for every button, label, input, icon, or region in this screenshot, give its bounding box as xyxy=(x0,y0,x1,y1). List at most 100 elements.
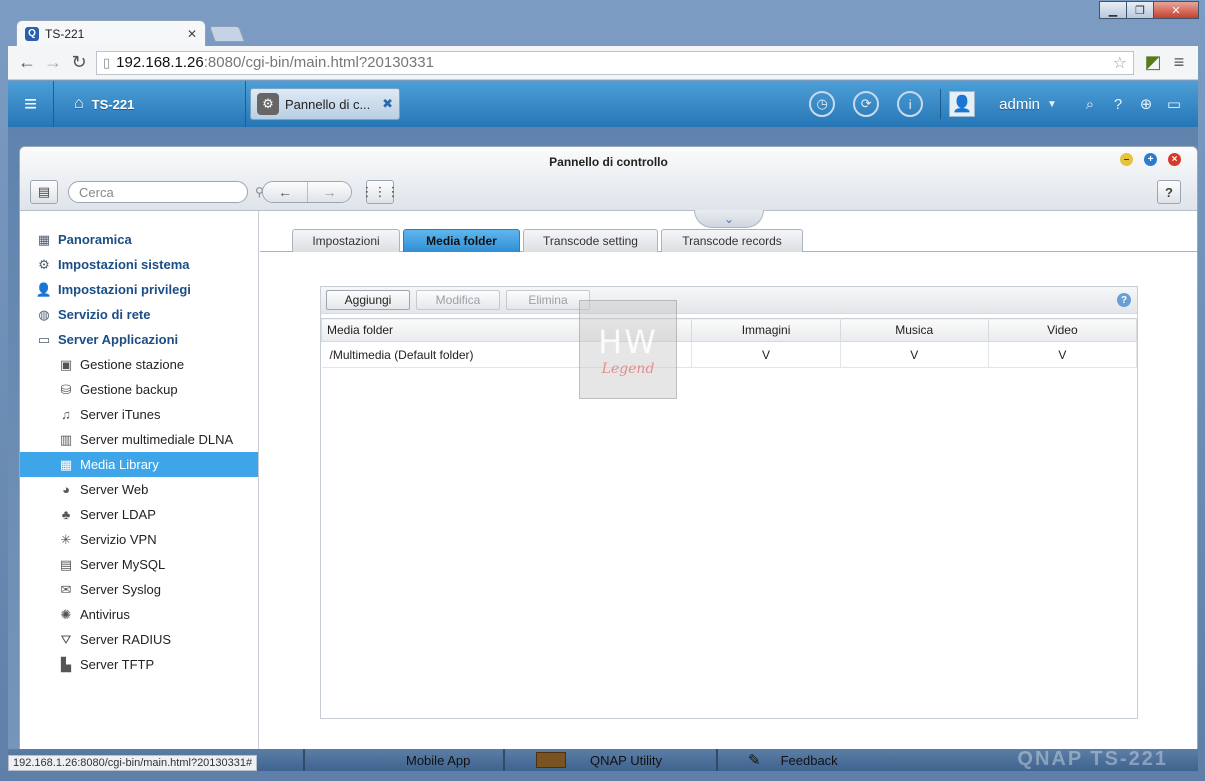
avatar[interactable]: 👤 xyxy=(949,91,976,117)
sidebar-item-server-radius[interactable]: ⛛ Server RADIUS xyxy=(20,627,258,652)
sidebar-item-label: Servizio di rete xyxy=(58,307,151,322)
column-header[interactable]: Immagini xyxy=(691,318,841,342)
sidebar-item-server-mysql[interactable]: ▤ Server MySQL xyxy=(20,552,258,577)
tab-media-folder[interactable]: Media folder xyxy=(403,229,520,252)
window-body: ▦ Panoramica ⚙ Impostazioni sistema 👤 Imposta… xyxy=(20,210,1197,749)
sidebar-item-server-itunes[interactable]: ♫ Server iTunes xyxy=(20,402,258,427)
user-menu[interactable]: admin xyxy=(999,96,1040,113)
window-controls: ▁ ❐ ✕ xyxy=(1099,1,1199,19)
add-button[interactable]: Aggiungi xyxy=(326,290,410,310)
sidebar-item-label: Server Applicazioni xyxy=(58,332,179,347)
desktop-icon[interactable]: ▭ xyxy=(1160,95,1188,113)
event-notification-icon[interactable]: i xyxy=(897,91,924,117)
home-button[interactable]: ⌂ TS-221 xyxy=(54,81,246,127)
edit-button[interactable]: Modifica xyxy=(416,290,500,310)
sidebar-item-label: Server iTunes xyxy=(80,407,161,422)
back-arrow-icon[interactable]: ← xyxy=(14,50,40,76)
help-button[interactable]: ? xyxy=(1157,180,1181,204)
forward-arrow-icon[interactable]: → xyxy=(307,182,351,202)
history-nav: ← → xyxy=(262,181,352,203)
column-header[interactable]: Musica xyxy=(839,318,989,342)
sidebar-item-servizio-vpn[interactable]: ✳ Servizio VPN xyxy=(20,527,258,552)
overview-icon: ▦ xyxy=(37,231,51,247)
search-icon[interactable]: ⌕ xyxy=(1076,96,1104,113)
browser-tab[interactable]: Q TS-221 ✕ xyxy=(16,20,206,46)
app-tab-control-panel[interactable]: ⚙ Pannello di c... ✖ xyxy=(250,88,400,120)
bookmark-star-icon[interactable]: ☆ xyxy=(1113,53,1127,73)
page-icon: ▯ xyxy=(103,54,111,70)
delete-button[interactable]: Elimina xyxy=(506,290,590,310)
column-header[interactable]: Video xyxy=(987,318,1138,342)
media-library-icon: ▦ xyxy=(59,456,73,472)
extension-icon[interactable]: ◩ xyxy=(1140,50,1166,76)
sidebar-item-server-ldap[interactable]: ♣ Server LDAP xyxy=(20,502,258,527)
close-window-button[interactable]: ✕ xyxy=(1153,1,1199,19)
sidebar-item-server-web[interactable]: ◕ Server Web xyxy=(20,477,258,502)
minimize-window-button[interactable]: ▁ xyxy=(1099,1,1127,19)
sidebar-item-label: Gestione stazione xyxy=(80,357,185,372)
address-bar[interactable]: ▯ 192.168.1.26 :8080/cgi-bin/main.html?2… xyxy=(96,50,1134,75)
url-path: :8080/cgi-bin/main.html?20130331 xyxy=(203,54,434,71)
sidebar-item-label: Server multimediale DLNA xyxy=(80,432,234,447)
language-globe-icon[interactable]: ⊕ xyxy=(1132,95,1160,113)
chevron-down-icon[interactable]: ▼ xyxy=(1038,99,1066,110)
sidebar-item-impostazioni-privilegi[interactable]: 👤 Impostazioni privilegi xyxy=(20,277,258,302)
help-icon[interactable]: ? xyxy=(1117,293,1131,307)
sidebar-item-label: Impostazioni privilegi xyxy=(58,282,191,297)
dock-item-feedback[interactable]: ✎ Feedback xyxy=(748,749,838,771)
search-box[interactable]: ⚲ xyxy=(68,181,264,203)
antivirus-icon: ✺ xyxy=(60,606,72,622)
dock-divider xyxy=(716,749,718,771)
maximize-icon[interactable]: + xyxy=(1144,153,1157,166)
sidebar-item-servizio-di-rete[interactable]: ◍ Servizio di rete xyxy=(20,302,258,327)
maximize-window-button[interactable]: ❐ xyxy=(1126,1,1154,19)
home-label: TS-221 xyxy=(91,96,135,112)
main-content: ⌄ Impostazioni Media folder Transcode sett… xyxy=(260,210,1197,749)
watermark-logo: HW Legend xyxy=(579,300,677,399)
dock-item-mobile-app[interactable]: Mobile App xyxy=(406,749,470,771)
back-arrow-icon[interactable]: ← xyxy=(263,182,307,202)
sidebar-item-panoramica[interactable]: ▦ Panoramica xyxy=(20,227,258,252)
sidebar-toggle-icon[interactable]: ▤ xyxy=(30,180,58,204)
sidebar-item-label: Panoramica xyxy=(58,232,132,247)
app-grid-icon[interactable]: ⋮⋮⋮ xyxy=(361,180,400,204)
qnap-brand-logo: QNAP TS-221 xyxy=(1017,748,1168,770)
browser-toolbar: ← → ↻ ▯ 192.168.1.26 :8080/cgi-bin/main.… xyxy=(8,46,1198,80)
sidebar-item-label: Server TFTP xyxy=(80,657,155,672)
main-menu-icon[interactable]: ≡ xyxy=(8,81,54,127)
sidebar-item-gestione-stazione[interactable]: ▣ Gestione stazione xyxy=(20,352,258,377)
sidebar-item-impostazioni-sistema[interactable]: ⚙ Impostazioni sistema xyxy=(20,252,258,277)
sidebar-item-antivirus[interactable]: ✺ Antivirus xyxy=(20,602,258,627)
topbar-divider xyxy=(940,89,942,119)
sidebar-item-media-library[interactable]: ▦ Media Library xyxy=(20,452,258,477)
tftp-icon: ▙ xyxy=(61,656,71,672)
external-devices-icon[interactable]: ⟳ xyxy=(853,91,880,117)
tab-impostazioni[interactable]: Impostazioni xyxy=(292,229,400,252)
forward-arrow-icon[interactable]: → xyxy=(40,50,66,76)
browser-menu-icon[interactable]: ≡ xyxy=(1166,50,1192,76)
background-tasks-icon[interactable]: ◷ xyxy=(809,91,836,117)
help-icon[interactable]: ? xyxy=(1104,96,1132,113)
close-tab-icon[interactable]: ✕ xyxy=(187,27,197,41)
sidebar-item-server-multimediale-dlna[interactable]: ▥ Server multimediale DLNA xyxy=(20,427,258,452)
search-input[interactable] xyxy=(79,184,255,200)
tab-transcode-setting[interactable]: Transcode setting xyxy=(523,229,658,252)
tab-transcode-records[interactable]: Transcode records xyxy=(661,229,803,252)
sidebar-item-server-syslog[interactable]: ✉ Server Syslog xyxy=(20,577,258,602)
sidebar-item-server-applicazioni[interactable]: ▭ Server Applicazioni xyxy=(20,327,258,352)
close-app-tab-icon[interactable]: ✖ xyxy=(382,96,393,112)
minimize-icon[interactable]: – xyxy=(1120,153,1133,166)
media-folder-table: Media folder Immagini Musica Video /Multime… xyxy=(320,318,1138,368)
sidebar-item-server-tftp[interactable]: ▙ Server TFTP xyxy=(20,652,258,677)
new-tab-button[interactable] xyxy=(209,26,245,42)
collapse-chevron-icon[interactable]: ⌄ xyxy=(694,210,764,228)
close-icon[interactable]: × xyxy=(1168,153,1181,166)
reload-icon[interactable]: ↻ xyxy=(66,50,92,76)
station-icon: ▣ xyxy=(59,356,73,372)
feedback-icon: ✎ xyxy=(748,752,761,769)
database-icon: ▤ xyxy=(59,556,73,572)
dock-item-qnap-utility[interactable]: QNAP Utility xyxy=(536,749,662,771)
sidebar-item-gestione-backup[interactable]: ⛁ Gestione backup xyxy=(20,377,258,402)
dock-divider xyxy=(303,749,305,771)
table-row[interactable]: /Multimedia (Default folder) V V V xyxy=(321,341,1138,368)
